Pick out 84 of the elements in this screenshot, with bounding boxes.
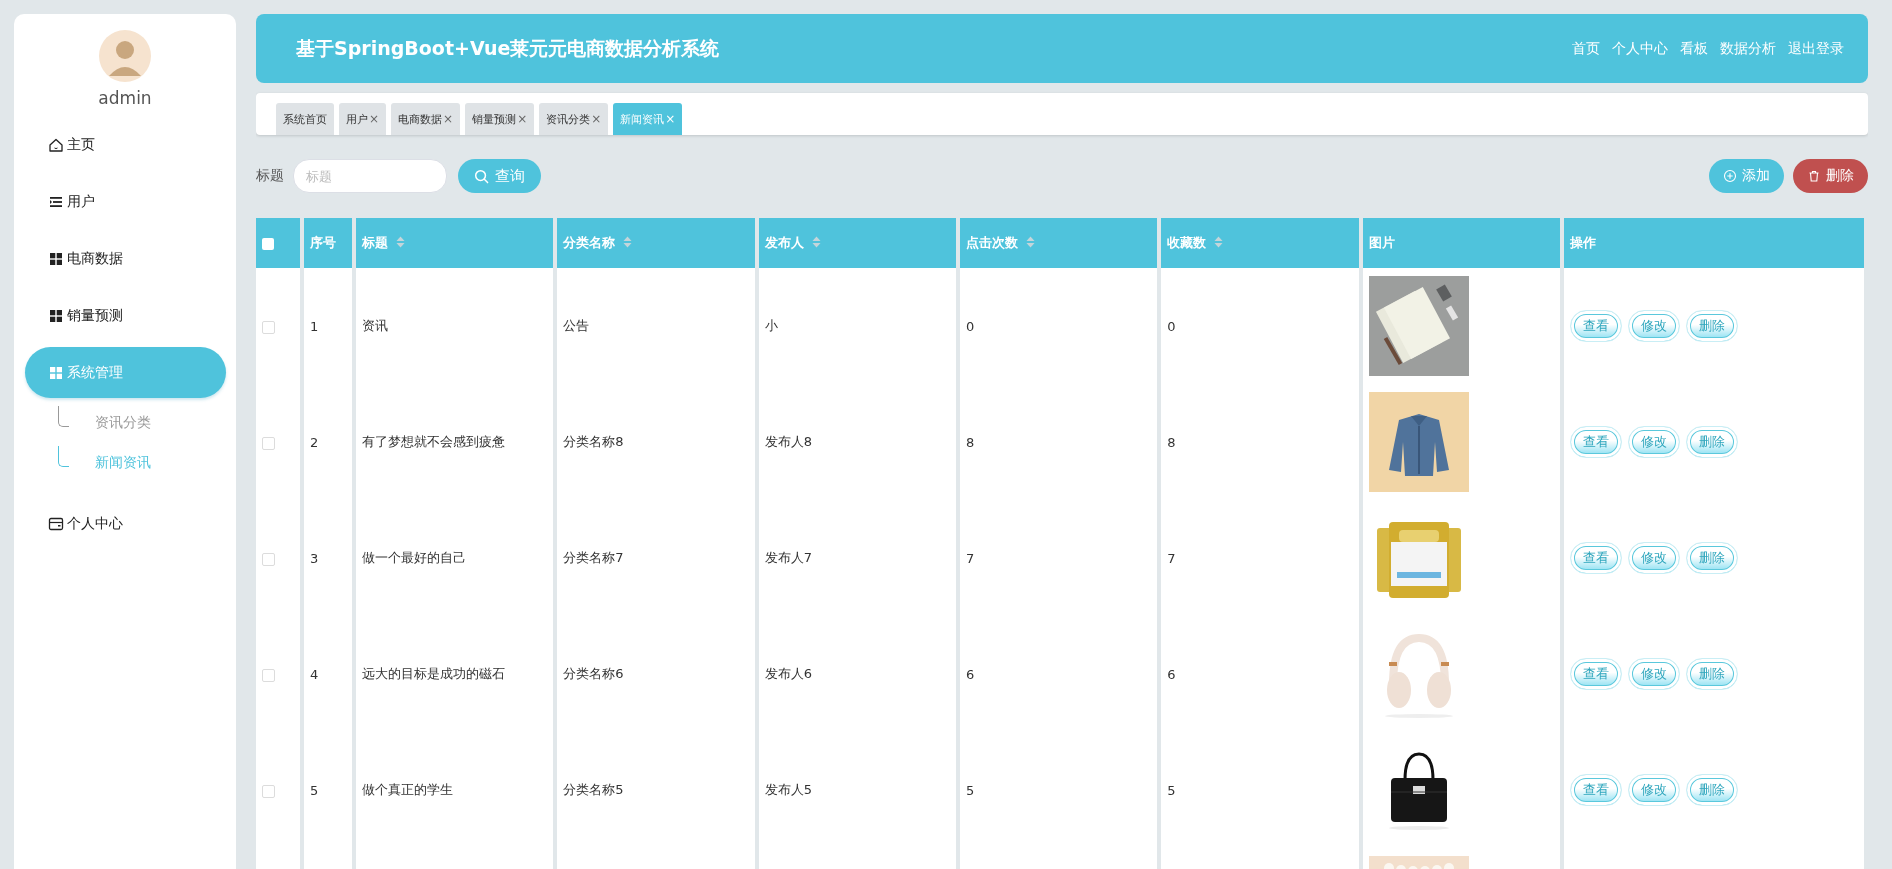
row-action-button[interactable]: 查看 xyxy=(1570,658,1622,690)
row-action-button[interactable]: 删除 xyxy=(1686,658,1738,690)
row-action-button[interactable]: 修改 xyxy=(1628,426,1680,458)
user-name: admin xyxy=(98,88,152,108)
close-icon[interactable]: × xyxy=(369,112,380,126)
submenu-item[interactable]: 资讯分类 xyxy=(14,403,236,443)
table-cell: 资讯 xyxy=(356,268,554,384)
app-title: 基于SpringBoot+Vue莱元元电商数据分析系统 xyxy=(296,35,720,61)
column-header: 序号 xyxy=(304,218,352,268)
table-cell: 8 xyxy=(960,384,1158,500)
nav-link[interactable]: 退出登录 xyxy=(1788,39,1844,58)
table-cell: 发布人6 xyxy=(758,616,956,732)
table-cell: 公告 xyxy=(557,268,755,384)
row-action-button[interactable]: 修改 xyxy=(1628,658,1680,690)
column-header[interactable]: 标题 xyxy=(356,218,554,268)
nav-link[interactable]: 首页 xyxy=(1572,39,1600,58)
menu-item[interactable]: 销量预测 xyxy=(25,290,226,341)
row-action-button[interactable]: 删除 xyxy=(1686,774,1738,806)
tab[interactable]: 新闻资讯× xyxy=(613,103,683,135)
tab[interactable]: 销量预测× xyxy=(465,103,535,135)
row-action-button[interactable]: 查看 xyxy=(1570,542,1622,574)
column-header: 图片 xyxy=(1362,218,1560,268)
row-action-button[interactable]: 修改 xyxy=(1628,774,1680,806)
column-header[interactable]: 收藏数 xyxy=(1161,218,1359,268)
table-cell: 做个真正的学生 xyxy=(356,732,554,848)
row-action-button[interactable]: 查看 xyxy=(1570,774,1622,806)
table-cell: 8 xyxy=(1161,384,1359,500)
table-cell: 发布人8 xyxy=(758,384,956,500)
submenu-item[interactable]: 新闻资讯 xyxy=(14,443,236,483)
table-cell: 5 xyxy=(304,732,352,848)
row-action-button[interactable]: 删除 xyxy=(1686,542,1738,574)
tab[interactable]: 系统首页 xyxy=(276,103,334,135)
table-cell: 分类名称5 xyxy=(557,732,755,848)
table-cell: 小 xyxy=(758,268,956,384)
table-cell: 3 xyxy=(304,500,352,616)
column-header[interactable]: 点击次数 xyxy=(960,218,1158,268)
nav-link[interactable]: 看板 xyxy=(1680,39,1708,58)
tab[interactable]: 资讯分类× xyxy=(539,103,609,135)
table-cell: 7 xyxy=(960,500,1158,616)
table-cell: 做一个最好的自己 xyxy=(356,500,554,616)
table-cell: 分类名称8 xyxy=(557,384,755,500)
search-field[interactable]: 标题 xyxy=(293,159,447,193)
close-icon[interactable]: × xyxy=(665,112,676,126)
row-action-button[interactable]: 删除 xyxy=(1686,310,1738,342)
close-icon[interactable]: × xyxy=(591,112,602,126)
menu-item[interactable]: 电商数据 xyxy=(25,233,226,284)
close-icon[interactable]: × xyxy=(443,112,454,126)
table-cell: 6 xyxy=(1161,616,1359,732)
menu-item[interactable]: 个人中心 xyxy=(25,498,226,549)
table-cell: 1 xyxy=(304,268,352,384)
table-cell: 6 xyxy=(960,616,1158,732)
row-action-button[interactable]: 查看 xyxy=(1570,426,1622,458)
menu-item[interactable]: 主页 xyxy=(25,119,226,170)
table-cell: 2 xyxy=(304,384,352,500)
table-cell: 有了梦想就不会感到疲惫 xyxy=(356,384,554,500)
table-cell: 发布人5 xyxy=(758,732,956,848)
table-cell: 4 xyxy=(304,616,352,732)
field-label: 标题 xyxy=(256,167,284,185)
table-cell: 5 xyxy=(960,732,1158,848)
row-action-button[interactable]: 修改 xyxy=(1628,310,1680,342)
table-cell: 7 xyxy=(1161,500,1359,616)
menu-item[interactable]: 系统管理 xyxy=(25,347,226,398)
tab[interactable]: 用户× xyxy=(339,103,387,135)
close-icon[interactable]: × xyxy=(517,112,528,126)
search-button[interactable]: 查询 xyxy=(458,159,541,193)
table-cell: 0 xyxy=(1161,268,1359,384)
add-button[interactable]: 添加 xyxy=(1709,159,1784,193)
table-cell: 分类名称6 xyxy=(557,616,755,732)
menu-item[interactable]: 用户 xyxy=(25,176,226,227)
table-cell: 0 xyxy=(960,268,1158,384)
row-action-button[interactable]: 查看 xyxy=(1570,310,1622,342)
column-header: 操作 xyxy=(1564,218,1864,268)
nav-link[interactable]: 个人中心 xyxy=(1612,39,1668,58)
column-header[interactable]: 发布人 xyxy=(758,218,956,268)
table-cell: 发布人7 xyxy=(758,500,956,616)
table-cell: 5 xyxy=(1161,732,1359,848)
nav-link[interactable]: 数据分析 xyxy=(1720,39,1776,58)
row-action-button[interactable]: 修改 xyxy=(1628,542,1680,574)
tab[interactable]: 电商数据× xyxy=(391,103,461,135)
delete-button[interactable]: 删除 xyxy=(1793,159,1868,193)
row-action-button[interactable]: 删除 xyxy=(1686,426,1738,458)
column-header[interactable]: 分类名称 xyxy=(557,218,755,268)
table-cell: 远大的目标是成功的磁石 xyxy=(356,616,554,732)
table-cell: 分类名称7 xyxy=(557,500,755,616)
